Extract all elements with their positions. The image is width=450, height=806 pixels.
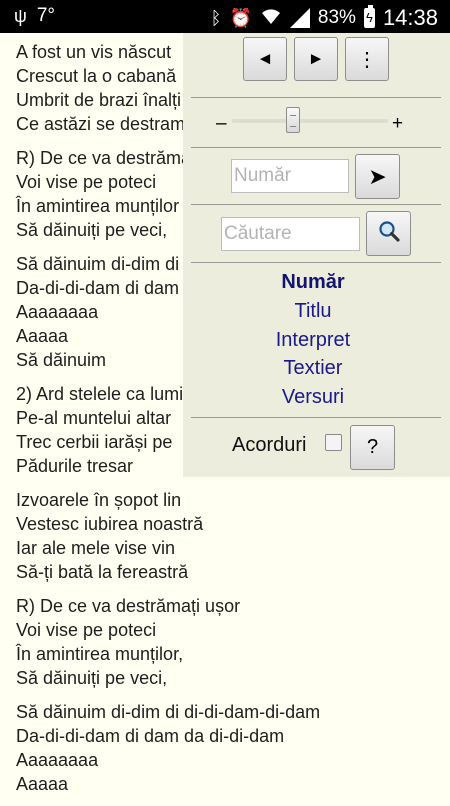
next-song-button[interactable]: ► bbox=[294, 37, 338, 81]
lyrics-stanza: R) De ce va destrămați ușor Voi vise pe p… bbox=[16, 594, 446, 690]
temperature: 7° bbox=[36, 5, 56, 26]
lyrics-line: În amintirea munților, bbox=[16, 644, 184, 664]
lyrics-line: Aaaaa bbox=[16, 774, 69, 794]
lyrics-line: Iar ale mele vise vin bbox=[16, 538, 176, 558]
prev-song-button[interactable]: ◄ bbox=[243, 37, 287, 81]
lyrics-line: Voi vise pe poteci bbox=[16, 620, 157, 640]
lyrics-line: Să-ți bată la fereastră bbox=[16, 562, 189, 582]
lyrics-line: Să dăinuiți pe veci, bbox=[16, 668, 168, 688]
help-button[interactable]: ? bbox=[350, 425, 395, 470]
sort-option-artist[interactable]: Interpret bbox=[183, 329, 443, 352]
battery-percent: 83% bbox=[317, 7, 356, 28]
font-increase-label: + bbox=[392, 113, 404, 134]
font-size-slider-thumb[interactable] bbox=[286, 107, 300, 133]
status-bar: ψ 7° ᛒ ⏰ 83% ϟ 14:38 bbox=[0, 0, 450, 33]
chords-label: Acorduri bbox=[232, 434, 307, 456]
sort-option-number[interactable]: Număr bbox=[183, 271, 443, 294]
sort-option-lyrics[interactable]: Versuri bbox=[183, 386, 443, 409]
search-input[interactable] bbox=[221, 217, 360, 251]
lyrics-line: Să dăinuim di-dim di di-di-dam-di-dam bbox=[16, 702, 321, 722]
lyrics-line: Aaaaaaaa bbox=[16, 750, 99, 770]
clock: 14:38 bbox=[382, 5, 438, 30]
divider bbox=[191, 147, 441, 148]
wifi-icon bbox=[260, 7, 282, 30]
divider bbox=[191, 97, 441, 98]
font-decrease-label: – bbox=[216, 113, 227, 134]
alarm-icon: ⏰ bbox=[229, 8, 252, 28]
divider bbox=[191, 262, 441, 263]
font-size-slider-track[interactable] bbox=[232, 119, 388, 123]
magnifier-icon bbox=[377, 219, 401, 248]
divider bbox=[191, 204, 441, 205]
go-to-number-button[interactable]: ➤ bbox=[355, 154, 400, 199]
signal-icon bbox=[289, 8, 310, 28]
lyrics-line: R) De ce va destrămați ușor bbox=[16, 596, 241, 616]
battery-icon: ϟ bbox=[363, 5, 375, 28]
song-number-input[interactable] bbox=[231, 159, 349, 193]
divider bbox=[191, 417, 441, 418]
lyrics-line: Izvoarele în șopot lin bbox=[16, 490, 182, 510]
usb-icon: ψ bbox=[14, 6, 27, 26]
chords-checkbox[interactable] bbox=[325, 434, 342, 451]
lyrics-line: Vestesc iubirea noastră bbox=[16, 514, 204, 534]
lyrics-stanza: Să dăinuim di-dim di di-di-dam-di-dam Da-… bbox=[16, 700, 446, 796]
send-arrow-icon: ➤ bbox=[368, 163, 387, 189]
more-menu-button[interactable]: ⋮ bbox=[345, 37, 389, 81]
search-button[interactable] bbox=[366, 211, 411, 256]
sort-option-lyricist[interactable]: Textier bbox=[183, 357, 443, 380]
sort-option-title[interactable]: Titlu bbox=[183, 300, 443, 323]
bluetooth-icon: ᛒ bbox=[210, 8, 222, 28]
lyrics-stanza: Izvoarele în șopot lin Vestesc iubirea no… bbox=[16, 488, 446, 584]
lyrics-line: Da-di-di-dam di dam da di-di-dam bbox=[16, 726, 285, 746]
